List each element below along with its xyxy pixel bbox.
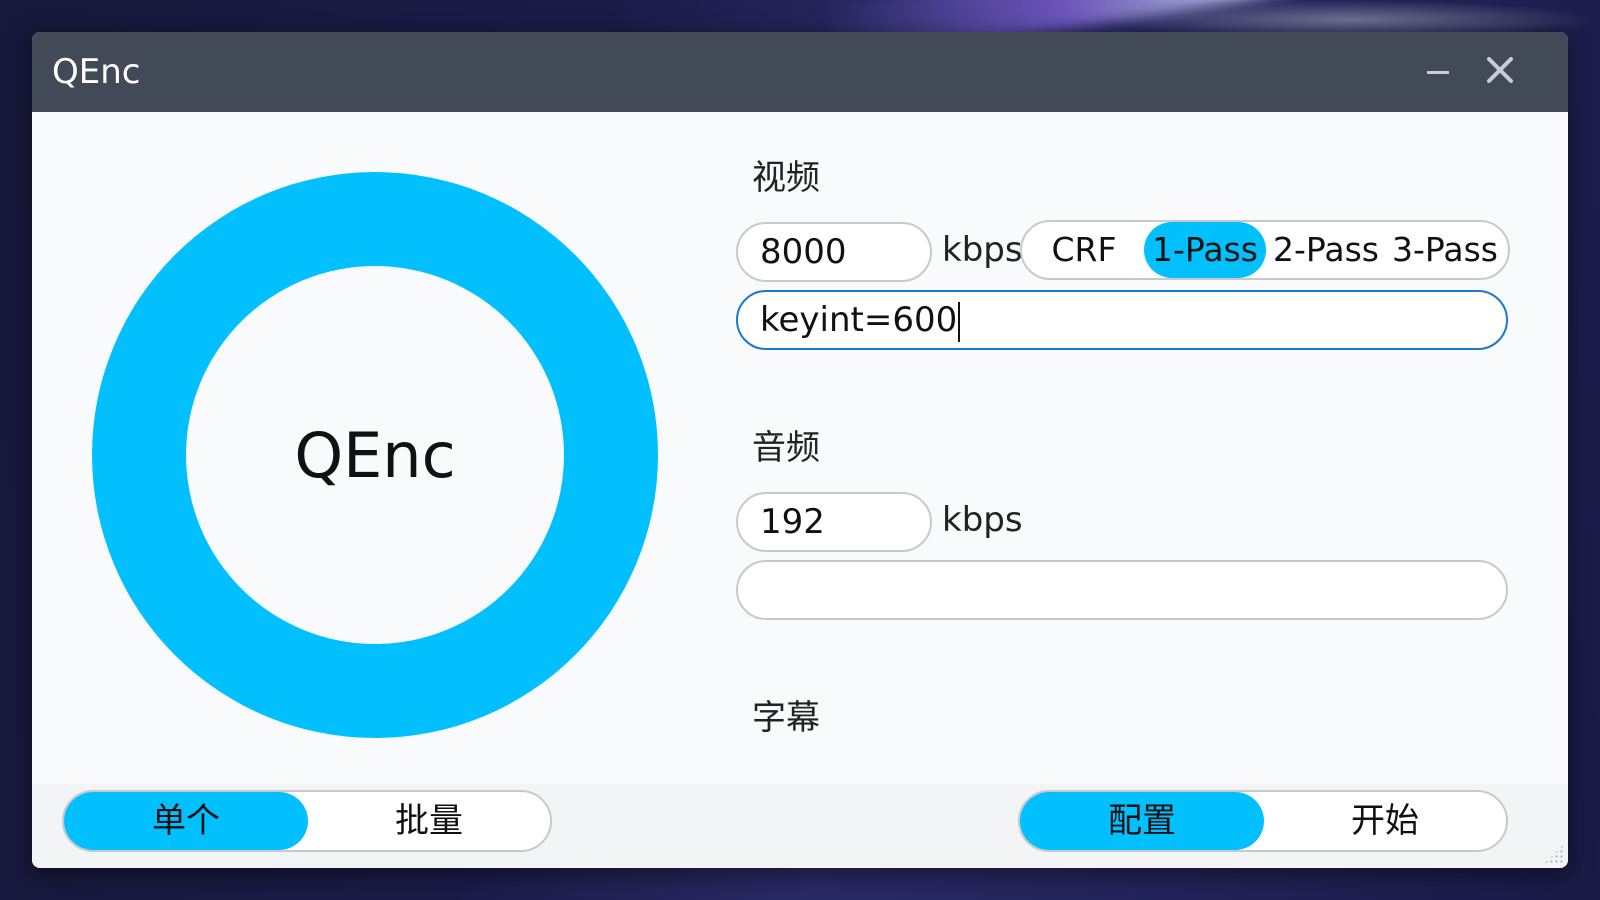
close-icon[interactable]	[1480, 50, 1520, 90]
window-title: QEnc	[52, 52, 141, 92]
action-tab-group: 配置 开始	[1018, 790, 1508, 852]
config-button[interactable]: 配置	[1020, 792, 1264, 850]
minimize-icon[interactable]	[1418, 54, 1458, 90]
mode-option-crf[interactable]: CRF	[1028, 222, 1140, 278]
mode-option-3-pass[interactable]: 3-Pass	[1386, 222, 1504, 278]
video-params-input[interactable]: keyint=600	[736, 290, 1508, 350]
mode-option-1-pass[interactable]: 1-Pass	[1144, 222, 1266, 278]
mode-option-2-pass[interactable]: 2-Pass	[1270, 222, 1382, 278]
video-params-text: keyint=600	[760, 300, 958, 340]
rate-control-selector: CRF 1-Pass 2-Pass 3-Pass	[1020, 220, 1510, 280]
text-caret	[958, 301, 961, 342]
tab-batch[interactable]: 批量	[308, 792, 550, 850]
tab-single[interactable]: 单个	[64, 792, 308, 850]
progress-ring-label: QEnc	[294, 418, 456, 492]
progress-ring-center: QEnc	[186, 266, 564, 644]
video-bitrate-input[interactable]: 8000	[736, 222, 932, 282]
progress-ring: QEnc	[92, 172, 658, 738]
video-bitrate-unit: kbps	[942, 230, 1023, 270]
video-section-label: 视频	[752, 158, 820, 198]
audio-section-label: 音频	[752, 428, 820, 468]
app-window: QEnc QEnc 视频 8000 kbps CRF 1-Pass 2-Pass…	[32, 32, 1568, 868]
audio-bitrate-input[interactable]: 192	[736, 492, 932, 552]
bottom-bar: 单个 批量 配置 开始	[32, 784, 1568, 868]
mode-tab-group: 单个 批量	[62, 790, 552, 852]
title-bar[interactable]: QEnc	[32, 32, 1568, 112]
audio-params-input[interactable]	[736, 560, 1508, 620]
subtitle-section-label: 字幕	[752, 698, 820, 738]
audio-bitrate-unit: kbps	[942, 500, 1023, 540]
start-button[interactable]: 开始	[1264, 792, 1506, 850]
